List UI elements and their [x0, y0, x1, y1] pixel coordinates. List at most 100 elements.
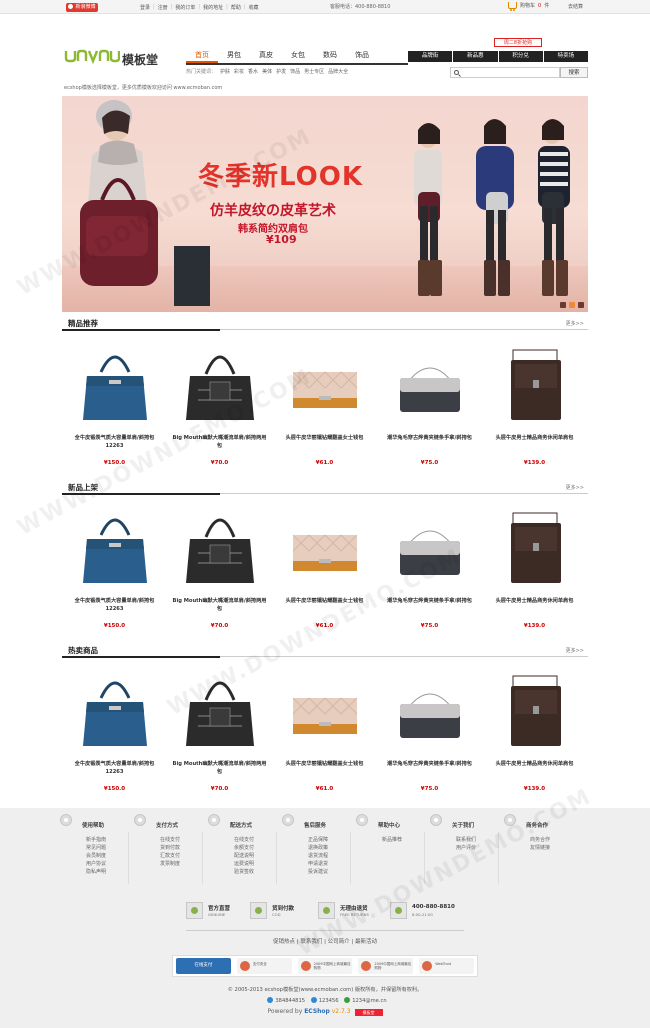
help-link[interactable]: 余额支付	[234, 844, 254, 852]
help-link[interactable]: 退货流程	[308, 852, 328, 860]
product-card[interactable]: Big Mouth幽默大嘴潮流单肩/斜挎两用包 ¥70.0	[167, 668, 272, 798]
help-link[interactable]: 汇款支付	[160, 852, 180, 860]
product-image[interactable]	[499, 342, 571, 428]
product-name[interactable]: 头层牛皮男士精品商务休闲单肩包	[486, 760, 583, 768]
product-card[interactable]: 头层牛皮男士精品商务休闲单肩包 ¥139.0	[482, 342, 587, 472]
help-link[interactable]: 隐私声明	[86, 868, 106, 876]
product-image[interactable]	[499, 505, 571, 591]
product-name[interactable]: 潮华兔毛穿古烨黄夹链条手拿/斜挎包	[381, 434, 478, 442]
top-link[interactable]: 登录	[140, 4, 150, 11]
help-link[interactable]: 在线支付	[160, 836, 180, 844]
product-image[interactable]	[394, 668, 466, 754]
hot-keyword-link[interactable]: 男士专区	[304, 68, 324, 75]
product-name[interactable]: 潮华兔毛穿古烨黄夹链条手拿/斜挎包	[381, 760, 478, 768]
product-image[interactable]	[394, 505, 466, 591]
top-link[interactable]: 帮助	[231, 4, 241, 11]
hero-banner[interactable]: 冬季新LOOK 仿羊皮纹の皮革艺术 韩系简约双肩包 ¥109	[62, 96, 588, 312]
product-name[interactable]: 头层牛皮华丽镶钻耀翻盖女士钱包	[276, 597, 373, 605]
banner-dot[interactable]	[560, 302, 566, 308]
help-link[interactable]: 运费说明	[234, 860, 254, 868]
nav-item[interactable]: 首页	[186, 48, 218, 63]
product-card[interactable]: 全牛皮锻羡气质大容量单肩/斜挎包12263 ¥150.0	[62, 505, 167, 635]
product-card[interactable]: 全牛皮锻羡气质大容量单肩/斜挎包12263 ¥150.0	[62, 342, 167, 472]
search-input[interactable]	[463, 69, 557, 77]
product-card[interactable]: 潮华兔毛穿古烨黄夹链条手拿/斜挎包 ¥75.0	[377, 342, 482, 472]
help-link[interactable]: 友情链接	[530, 844, 550, 852]
help-link[interactable]: 在线支付	[234, 836, 254, 844]
trust-badge[interactable]: 2009中国网上商城最佳购物	[297, 958, 353, 974]
help-link[interactable]: 用户评价	[456, 844, 476, 852]
product-image[interactable]	[184, 668, 256, 754]
powered-logo[interactable]: 模板堂	[354, 1009, 383, 1016]
product-card[interactable]: 潮华兔毛穿古烨黄夹链条手拿/斜挎包 ¥75.0	[377, 505, 482, 635]
feature-tab[interactable]: 新品惠	[452, 51, 497, 62]
promo-button[interactable]: 周二8折抢购	[494, 38, 542, 47]
hot-keyword-link[interactable]: 品牌大全	[328, 68, 348, 75]
hot-keyword-link[interactable]: 护发	[276, 68, 286, 75]
section-more-link[interactable]: 更多>>	[566, 320, 584, 327]
help-link[interactable]: 正品保障	[308, 836, 328, 844]
help-link[interactable]: 验货签收	[234, 868, 254, 876]
product-name[interactable]: 全牛皮锻羡气质大容量单肩/斜挎包12263	[66, 597, 163, 613]
help-link[interactable]: 投诉建议	[308, 868, 328, 876]
hot-keyword-link[interactable]: 香水	[248, 68, 258, 75]
product-card[interactable]: Big Mouth幽默大嘴潮流单肩/斜挎两用包 ¥70.0	[167, 505, 272, 635]
powered-brand[interactable]: ECShop	[304, 1008, 330, 1015]
product-name[interactable]: Big Mouth幽默大嘴潮流单肩/斜挎两用包	[171, 760, 268, 776]
top-link[interactable]: 收藏	[249, 4, 259, 11]
product-image[interactable]	[79, 342, 151, 428]
product-card[interactable]: 头层牛皮男士精品商务休闲单肩包 ¥139.0	[482, 505, 587, 635]
help-link[interactable]: 商务合作	[530, 836, 550, 844]
hot-keyword-link[interactable]: 护肤	[220, 68, 230, 75]
help-link[interactable]: 用户协议	[86, 860, 106, 868]
product-name[interactable]: 全牛皮锻羡气质大容量单肩/斜挎包12263	[66, 434, 163, 450]
weibo-button[interactable]: 新浪微博	[66, 3, 98, 12]
help-link[interactable]: 发票制度	[160, 860, 180, 868]
trust-badge[interactable]: 2009中国网上商城最佳购物	[358, 958, 414, 974]
help-link[interactable]: 配送说明	[234, 852, 254, 860]
trust-badge[interactable]: WebTrust	[419, 958, 474, 974]
trust-badge[interactable]: 支付安全	[236, 958, 292, 974]
email-address[interactable]: 1234@me.cn	[352, 998, 386, 1004]
checkout-link[interactable]: 去结算	[568, 3, 583, 10]
product-name[interactable]: 潮华兔毛穿古烨黄夹链条手拿/斜挎包	[381, 597, 478, 605]
product-image[interactable]	[184, 342, 256, 428]
help-link[interactable]: 货到付款	[160, 844, 180, 852]
product-card[interactable]: 头层牛皮华丽镶钻耀翻盖女士钱包 ¥61.0	[272, 505, 377, 635]
section-more-link[interactable]: 更多>>	[566, 484, 584, 491]
cart-link[interactable]: 购物车 0 件	[508, 2, 549, 11]
product-card[interactable]: 全牛皮锻羡气质大容量单肩/斜挎包12263 ¥150.0	[62, 668, 167, 798]
feature-tab[interactable]: 积分兑	[497, 51, 543, 62]
product-card[interactable]: 潮华兔毛穿古烨黄夹链条手拿/斜挎包 ¥75.0	[377, 668, 482, 798]
banner-dot-active[interactable]	[569, 302, 575, 308]
feature-tab[interactable]: 特卖场	[542, 51, 588, 62]
product-name[interactable]: 头层牛皮男士精品商务休闲单肩包	[486, 597, 583, 605]
product-name[interactable]: Big Mouth幽默大嘴潮流单肩/斜挎两用包	[171, 597, 268, 613]
nav-item[interactable]: 男包	[218, 48, 250, 63]
qq-number-1[interactable]: 384844815	[275, 998, 305, 1004]
footer-links[interactable]: 促销热点 | 联系我们 | 公司简介 | 最新活动	[0, 937, 650, 945]
logo-icon[interactable]	[64, 48, 120, 64]
nav-item[interactable]: 女包	[282, 48, 314, 63]
top-link[interactable]: 我的地址	[203, 4, 223, 11]
product-image[interactable]	[184, 505, 256, 591]
product-image[interactable]	[394, 342, 466, 428]
banner-dot[interactable]	[578, 302, 584, 308]
nav-item[interactable]: 真皮	[250, 48, 282, 63]
help-link[interactable]: 新品推荐	[382, 836, 402, 844]
product-card[interactable]: Big Mouth幽默大嘴潮流单肩/斜挎两用包 ¥70.0	[167, 342, 272, 472]
logo-text[interactable]: 模板堂	[122, 51, 158, 68]
top-link[interactable]: 我的订单	[175, 4, 195, 11]
trust-badge[interactable]: 在线支付	[176, 958, 231, 974]
hot-keyword-link[interactable]: 饰品	[290, 68, 300, 75]
product-name[interactable]: 头层牛皮华丽镶钻耀翻盖女士钱包	[276, 760, 373, 768]
product-card[interactable]: 头层牛皮男士精品商务休闲单肩包 ¥139.0	[482, 668, 587, 798]
top-link[interactable]: 注册	[158, 4, 168, 11]
product-card[interactable]: 头层牛皮华丽镶钻耀翻盖女士钱包 ¥61.0	[272, 342, 377, 472]
product-image[interactable]	[289, 505, 361, 591]
help-link[interactable]: 申请退货	[308, 860, 328, 868]
search-button[interactable]: 搜索	[560, 67, 588, 78]
product-image[interactable]	[499, 668, 571, 754]
product-image[interactable]	[289, 342, 361, 428]
help-link[interactable]: 新手指南	[86, 836, 106, 844]
